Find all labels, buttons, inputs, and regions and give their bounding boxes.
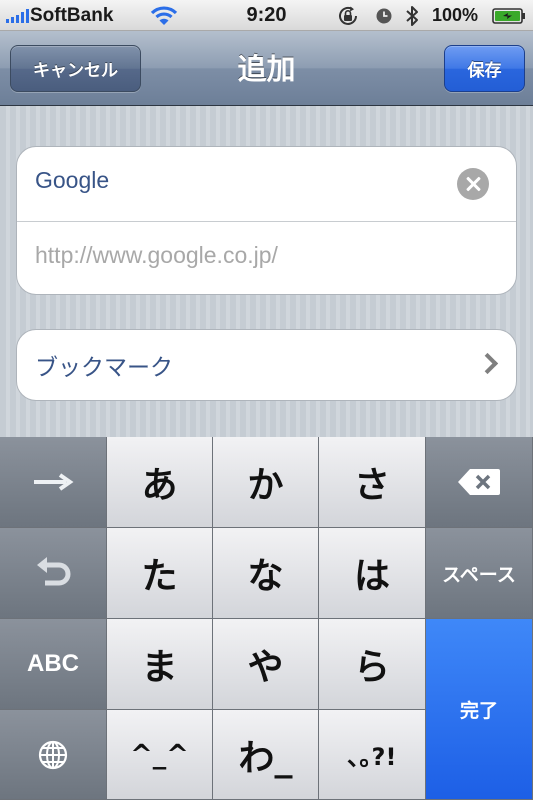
- arrow-right-icon: [34, 473, 74, 491]
- key-wa[interactable]: わ_: [213, 710, 319, 800]
- chevron-right-icon: [476, 352, 499, 375]
- folder-label: ブックマーク: [35, 355, 173, 381]
- rotation-lock-icon: [339, 6, 357, 25]
- undo-key[interactable]: [0, 528, 107, 619]
- bluetooth-icon: [406, 6, 418, 26]
- bookmark-form: Google http://www.google.co.jp/ ブックマーク: [0, 106, 533, 437]
- space-key[interactable]: スペース: [426, 528, 533, 619]
- globe-icon: [38, 740, 68, 769]
- key-punctuation[interactable]: ､｡?!: [319, 710, 426, 800]
- arrow-right-key[interactable]: [0, 437, 107, 528]
- undo-icon: [37, 557, 71, 586]
- battery-percent: 100%: [432, 5, 479, 25]
- japanese-kana-keyboard: あ か さ た な は スペース ABC ま や ら 完了 ^_^ わ_ ､｡?…: [0, 437, 533, 800]
- globe-key[interactable]: [0, 710, 107, 800]
- done-key[interactable]: 完了: [426, 619, 533, 800]
- key-ma[interactable]: ま: [107, 619, 213, 710]
- abc-key[interactable]: ABC: [0, 619, 107, 710]
- save-button[interactable]: 保存: [444, 45, 525, 92]
- title-field-row[interactable]: Google: [17, 147, 516, 221]
- clear-text-icon[interactable]: [457, 168, 489, 200]
- delete-key[interactable]: [426, 437, 533, 528]
- delete-icon: [458, 469, 500, 495]
- key-ya[interactable]: や: [213, 619, 319, 710]
- key-emoticon[interactable]: ^_^: [107, 710, 213, 800]
- key-sa[interactable]: さ: [319, 437, 426, 528]
- status-bar: SoftBank 9:20 100%: [0, 0, 533, 31]
- key-ha[interactable]: は: [319, 528, 426, 619]
- battery-icon: [492, 8, 525, 24]
- key-ra[interactable]: ら: [319, 619, 426, 710]
- url-field[interactable]: http://www.google.co.jp/: [35, 242, 278, 269]
- key-na[interactable]: な: [213, 528, 319, 619]
- key-ka[interactable]: か: [213, 437, 319, 528]
- bookmark-fields-group: Google http://www.google.co.jp/: [16, 146, 517, 295]
- folder-selector[interactable]: ブックマーク: [16, 329, 517, 401]
- navigation-bar: キャンセル 追加 保存: [0, 31, 533, 106]
- url-field-row[interactable]: http://www.google.co.jp/: [17, 221, 516, 294]
- key-ta[interactable]: た: [107, 528, 213, 619]
- key-a[interactable]: あ: [107, 437, 213, 528]
- title-field[interactable]: Google: [35, 167, 109, 194]
- alarm-icon: [376, 8, 392, 24]
